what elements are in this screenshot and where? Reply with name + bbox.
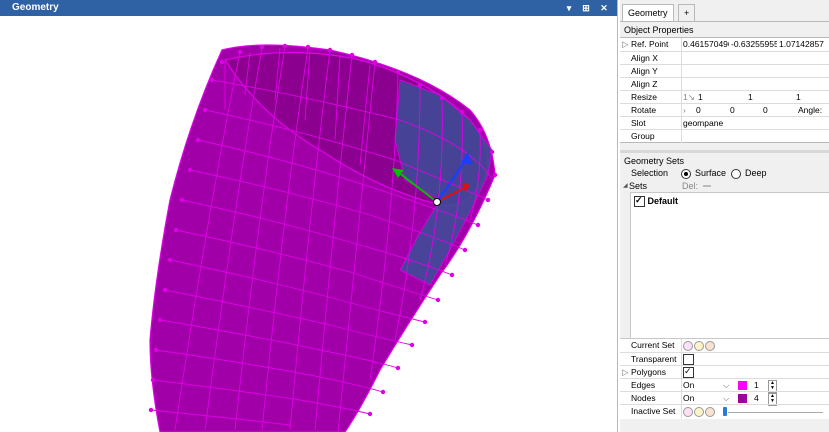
default-set-label: Default xyxy=(647,196,679,206)
object-properties-grid: ▷ Ref. Point 0.461570496 -0.63255955 1.0… xyxy=(620,37,829,143)
selection-row: Selection Surface Deep xyxy=(620,167,829,180)
color-dot-icon[interactable] xyxy=(694,340,704,351)
tab-add[interactable]: + xyxy=(678,4,696,21)
color-dot-icon[interactable] xyxy=(683,406,693,417)
geometry-viewport[interactable]: Geometry ▾ ⊞ ✕ xyxy=(0,0,618,432)
set-properties-grid: Current Set Transparent ▷ Polygons Edges… xyxy=(620,338,829,419)
selection-label: Selection xyxy=(631,168,669,178)
ref-point-z-field[interactable]: 1.07142857 xyxy=(779,38,827,52)
current-set-label: Current Set xyxy=(631,340,675,350)
nodes-row: Nodes On ⌵ 4 ▲ ▼ xyxy=(620,391,829,406)
deep-label: Deep xyxy=(745,168,767,178)
ref-point-row: ▷ Ref. Point 0.461570496 -0.63255955 1.0… xyxy=(620,38,829,52)
deep-radio[interactable] xyxy=(731,167,741,180)
sets-list[interactable]: Default xyxy=(630,192,829,339)
inactive-set-colors[interactable] xyxy=(683,405,716,418)
expand-icon[interactable]: ▷ xyxy=(622,38,629,51)
align-y-row[interactable]: Align Y xyxy=(620,64,829,78)
surface-radio[interactable] xyxy=(681,167,691,180)
tab-geometry[interactable]: Geometry xyxy=(622,4,674,21)
align-z-row[interactable]: Align Z xyxy=(620,77,829,91)
slot-row: Slot geompane xyxy=(620,116,829,130)
ref-point-x-field[interactable]: 0.461570496 xyxy=(683,38,729,52)
color-dot-icon[interactable] xyxy=(705,406,715,417)
inactive-set-label: Inactive Set xyxy=(631,406,676,416)
color-dot-icon[interactable] xyxy=(694,406,704,417)
collapse-icon[interactable]: ◢ xyxy=(623,180,628,192)
sets-row: ◢ Sets Del: xyxy=(620,180,829,192)
del-label: Del: xyxy=(682,181,699,191)
surface-label: Surface xyxy=(695,168,727,178)
rotate-row: Rotate › 0 0 0 Angle: xyxy=(620,103,829,117)
resize-row: Resize 1↘ 1 1 1 xyxy=(620,90,829,104)
object-properties-header: Object Properties xyxy=(624,25,694,35)
group-label: Group xyxy=(631,131,655,141)
viewport-titlebar: Geometry ▾ ⊞ ✕ xyxy=(0,0,617,16)
viewport-title: Geometry xyxy=(12,2,59,13)
color-dot-icon[interactable] xyxy=(683,340,693,351)
ref-point-label: Ref. Point xyxy=(631,39,669,49)
dropdown-icon[interactable]: ▾ xyxy=(563,0,575,16)
inactive-set-row: Inactive Set xyxy=(620,404,829,418)
3d-mesh-canvas[interactable] xyxy=(0,16,617,432)
current-set-row: Current Set xyxy=(620,339,829,352)
sets-label: Sets xyxy=(629,181,648,191)
opacity-slider-handle[interactable] xyxy=(723,407,727,416)
ref-point-y-field[interactable]: -0.63255955 xyxy=(731,38,777,52)
transparent-row: Transparent xyxy=(620,352,829,366)
group-row[interactable]: Group xyxy=(620,129,829,143)
polygons-row: ▷ Polygons xyxy=(620,365,829,379)
properties-panel: Geometry + Object Properties ▷ Ref. Poin… xyxy=(620,0,829,432)
align-x-row[interactable]: Align X xyxy=(620,51,829,65)
default-set-checkbox[interactable] xyxy=(634,194,645,208)
float-window-icon[interactable]: ⊞ xyxy=(580,0,592,16)
set-item-default[interactable]: Default xyxy=(634,194,679,208)
edges-row: Edges On ⌵ 1 ▲ ▼ xyxy=(620,378,829,393)
panel-splitter[interactable] xyxy=(620,150,829,153)
current-set-colors[interactable] xyxy=(683,339,716,352)
opacity-slider-track[interactable] xyxy=(728,412,823,413)
close-icon[interactable]: ✕ xyxy=(598,0,610,16)
geometry-sets-header: Geometry Sets xyxy=(624,156,685,166)
delete-set-button[interactable] xyxy=(703,185,711,187)
color-dot-icon[interactable] xyxy=(705,340,715,351)
